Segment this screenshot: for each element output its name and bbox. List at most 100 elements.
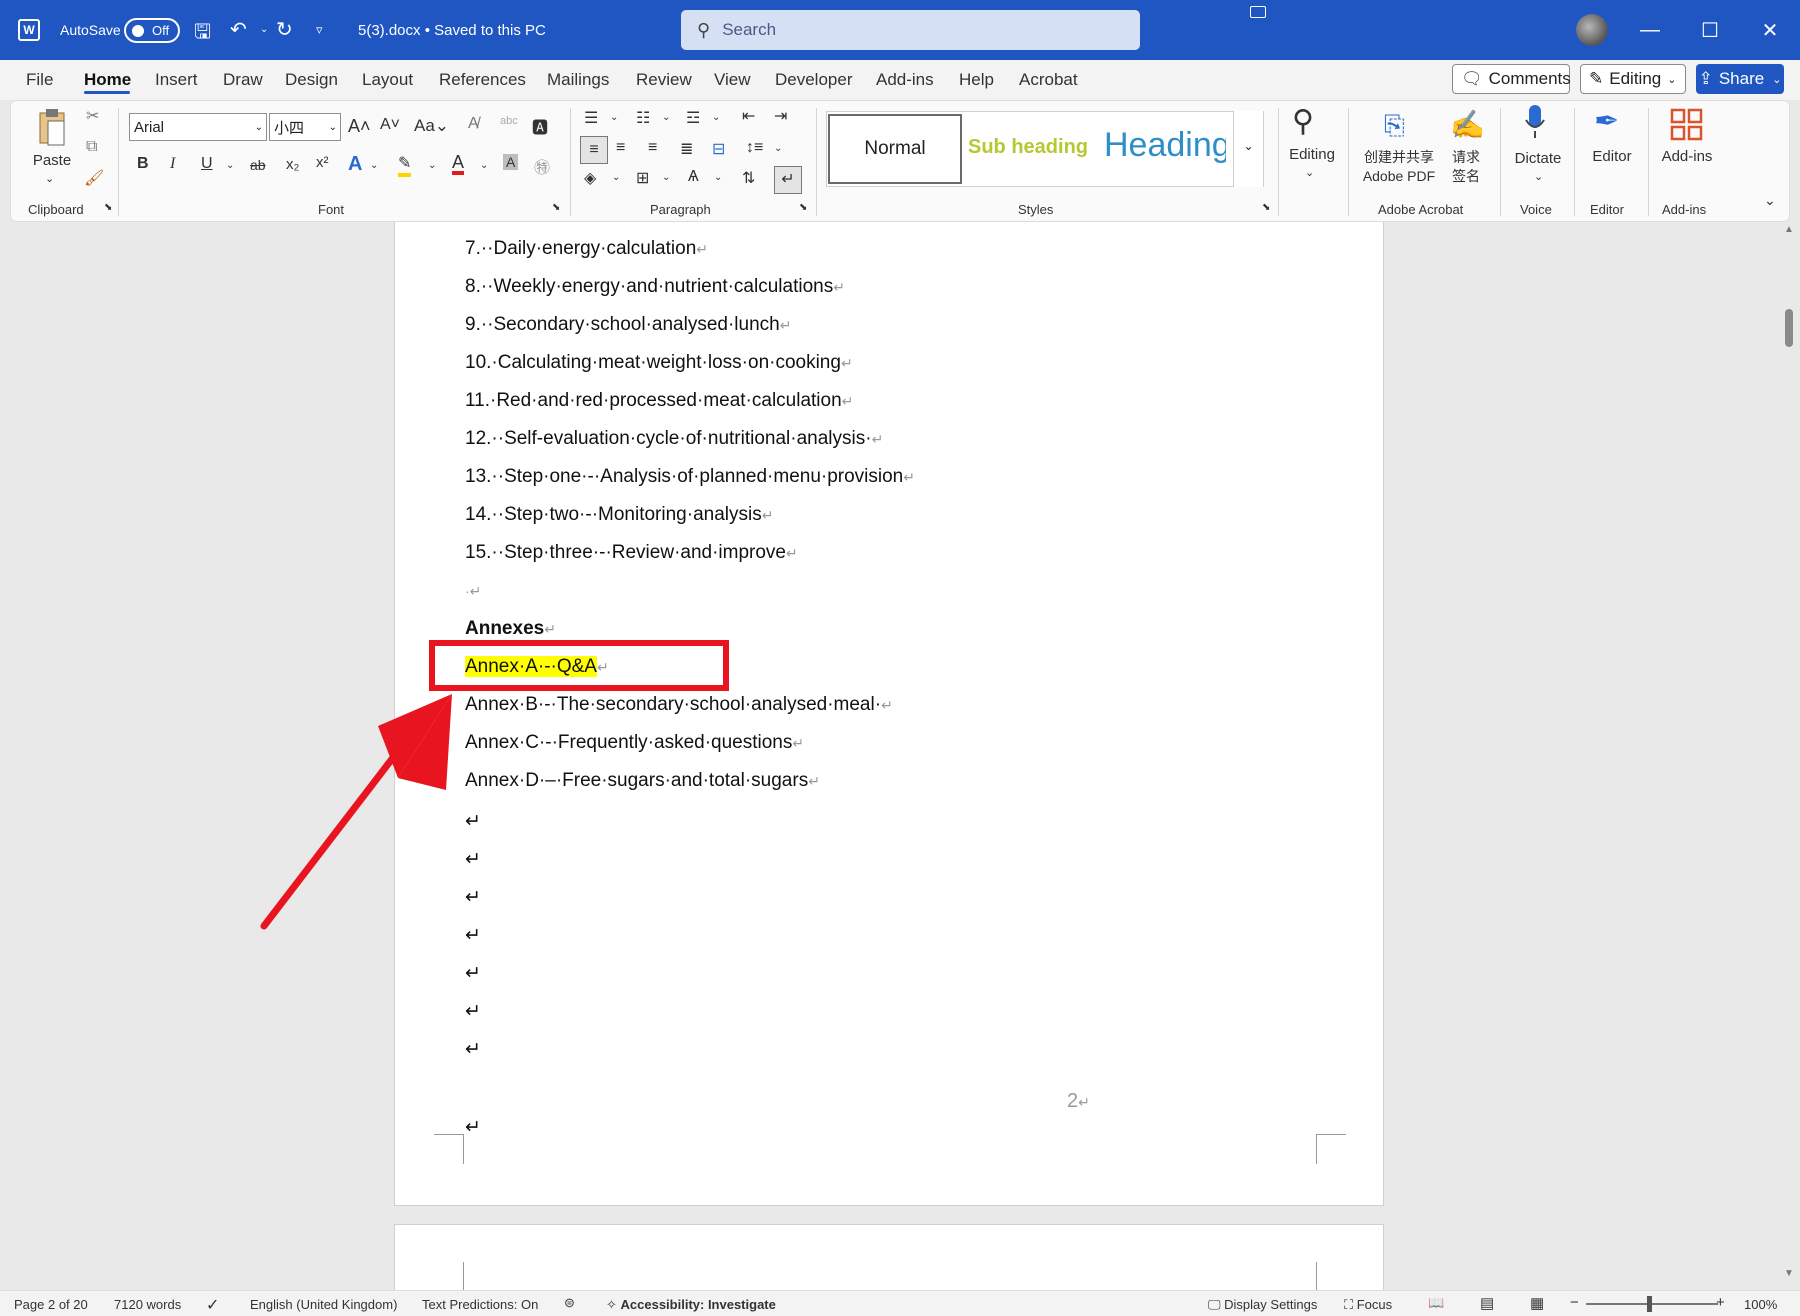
language-status[interactable]: English (United Kingdom) [250, 1297, 397, 1312]
text-predictions-status[interactable]: Text Predictions: On [422, 1297, 538, 1312]
dictate-label[interactable]: Dictate [1508, 150, 1568, 167]
underline-button[interactable]: U [201, 155, 213, 173]
web-layout-icon[interactable]: ▦ [1530, 1294, 1544, 1312]
tab-insert[interactable]: Insert [155, 70, 198, 90]
character-border-icon[interactable]: 🅰 [532, 114, 548, 138]
zoom-level[interactable]: 100% [1744, 1297, 1777, 1312]
list-item[interactable]: 12.··Self-evaluation·cycle·of·nutritiona… [465, 428, 883, 450]
highlight-color-icon[interactable]: ✎ [398, 153, 412, 177]
style-heading[interactable]: Heading [1104, 126, 1226, 165]
change-case-icon[interactable]: Aa⌄ [414, 116, 449, 136]
tab-draw[interactable]: Draw [223, 70, 263, 90]
justify-icon[interactable]: ≣ [680, 139, 693, 159]
shrink-font-icon[interactable]: A˅ [380, 116, 400, 134]
paste-icon[interactable] [36, 107, 68, 151]
display-settings-button[interactable]: 🖵 Display Settings [1208, 1297, 1317, 1313]
addins-label[interactable]: Add-ins [1656, 148, 1718, 165]
list-item[interactable]: 10.·Calculating·meat·weight·loss·on·cook… [465, 352, 853, 374]
focus-button[interactable]: ⛶ Focus [1344, 1297, 1392, 1313]
clear-formatting-icon[interactable]: A̸ [468, 115, 479, 133]
undo-dropdown-icon[interactable]: ⌄ [260, 24, 268, 35]
empty-paragraph[interactable]: ↵ [465, 962, 481, 985]
print-layout-icon[interactable]: ▤ [1480, 1294, 1494, 1312]
tab-mailings[interactable]: Mailings [547, 70, 609, 90]
enclose-characters-icon[interactable]: ㊕ [534, 154, 550, 178]
tab-file[interactable]: File [26, 70, 53, 90]
customize-toolbar-icon[interactable]: ▿ [316, 22, 323, 38]
collapse-ribbon-icon[interactable]: ⌄ [1764, 192, 1776, 209]
empty-paragraph[interactable]: ↵ [465, 924, 481, 947]
tab-home[interactable]: Home [84, 70, 131, 90]
align-left-button[interactable]: ≡ [580, 136, 608, 164]
underline-dropdown-icon[interactable]: ⌄ [226, 160, 234, 171]
numbering-dropdown-icon[interactable]: ⌄ [662, 112, 670, 123]
redo-icon[interactable]: ↻ [276, 17, 293, 42]
track-changes-icon[interactable]: ⊜ [564, 1295, 575, 1311]
proofing-icon[interactable]: ✓ [206, 1295, 219, 1315]
list-item[interactable]: 14.··Step·two·-·Monitoring·analysis↵ [465, 504, 773, 526]
tab-design[interactable]: Design [285, 70, 338, 90]
subscript-icon[interactable]: x₂ [286, 156, 299, 173]
align-center-icon[interactable]: ≡ [616, 139, 625, 157]
list-item[interactable]: 13.··Step·one·-·Analysis·of·planned·menu… [465, 466, 915, 488]
create-pdf-icon[interactable]: ⎘ [1384, 110, 1405, 142]
tab-acrobat[interactable]: Acrobat [1019, 70, 1078, 90]
editor-icon[interactable]: ✒ [1594, 104, 1619, 139]
request-signature-label[interactable]: 请求 签名 [1446, 148, 1486, 186]
zoom-out-icon[interactable]: − [1570, 1294, 1579, 1311]
bullets-icon[interactable]: ☰ [584, 108, 598, 128]
styles-gallery-expand[interactable]: ⌄ [1233, 111, 1263, 187]
distributed-icon[interactable]: ⊟ [712, 139, 725, 159]
increase-indent-icon[interactable]: ⇥ [774, 106, 787, 126]
sort-icon[interactable]: ⇅ [742, 168, 755, 188]
scroll-up-icon[interactable]: ▲ [1784, 224, 1794, 235]
share-button[interactable]: ⇪ Share ⌄ [1696, 64, 1784, 94]
line-spacing-dropdown-icon[interactable]: ⌄ [774, 143, 782, 154]
annexes-heading[interactable]: Annexes↵ [465, 618, 556, 640]
accessibility-status[interactable]: ✧ Accessibility: Investigate [606, 1297, 776, 1313]
tab-addins[interactable]: Add-ins [876, 70, 934, 90]
font-color-icon[interactable]: A [452, 153, 465, 175]
footer-paragraph[interactable]: ↵ [465, 1116, 481, 1139]
character-shading-icon[interactable]: A [503, 154, 519, 170]
multilevel-dropdown-icon[interactable]: ⌄ [712, 112, 720, 123]
list-item[interactable]: 7.··Daily·energy·calculation↵ [465, 238, 708, 260]
chinese-layout-icon[interactable]: Ѧ [688, 168, 699, 186]
italic-button[interactable]: I [170, 155, 175, 173]
list-item[interactable]: 8.··Weekly·energy·and·nutrient·calculati… [465, 276, 845, 298]
document-title[interactable]: 5(3).docx • Saved to this PC [358, 0, 546, 60]
empty-paragraph[interactable]: ↵ [465, 886, 481, 909]
grow-font-icon[interactable]: A˄ [348, 116, 371, 137]
autosave-toggle[interactable]: Off [124, 18, 180, 43]
undo-icon[interactable]: ↶ [230, 17, 247, 42]
line-spacing-icon[interactable]: ↕≡ [746, 139, 763, 157]
read-mode-icon[interactable]: 📖 [1428, 1295, 1444, 1311]
addins-icon[interactable] [1670, 108, 1704, 142]
editor-label[interactable]: Editor [1584, 148, 1640, 165]
zoom-slider[interactable] [1586, 1303, 1718, 1305]
multilevel-list-icon[interactable]: ☲ [686, 108, 700, 128]
tab-review[interactable]: Review [636, 70, 692, 90]
clipboard-launcher-icon[interactable]: ⬊ [104, 202, 112, 213]
borders-icon[interactable]: ⊞ [636, 168, 649, 188]
find-icon[interactable]: ⚲ [1292, 104, 1314, 139]
dictate-dropdown-icon[interactable]: ⌄ [1534, 170, 1543, 183]
style-sub-heading[interactable]: Sub heading [968, 136, 1088, 159]
superscript-icon[interactable]: x² [316, 154, 329, 171]
list-item[interactable]: 11.·Red·and·red·processed·meat·calculati… [465, 390, 853, 412]
borders-dropdown-icon[interactable]: ⌄ [662, 172, 670, 183]
page-count[interactable]: Page 2 of 20 [14, 1297, 88, 1312]
style-normal[interactable]: Normal [828, 114, 962, 184]
list-item[interactable]: 9.··Secondary·school·analysed·lunch↵ [465, 314, 791, 336]
minimize-button[interactable]: — [1620, 0, 1680, 60]
chinese-layout-dropdown-icon[interactable]: ⌄ [714, 172, 722, 183]
vertical-scrollbar-thumb[interactable] [1785, 309, 1793, 347]
highlight-dropdown-icon[interactable]: ⌄ [428, 160, 436, 171]
microphone-icon[interactable] [1524, 104, 1546, 138]
align-right-icon[interactable]: ≡ [648, 139, 657, 157]
avatar[interactable] [1576, 14, 1608, 46]
shading-dropdown-icon[interactable]: ⌄ [612, 172, 620, 183]
tab-references[interactable]: References [439, 70, 526, 90]
tab-view[interactable]: View [714, 70, 751, 90]
request-signature-icon[interactable]: ✍ [1450, 108, 1485, 141]
